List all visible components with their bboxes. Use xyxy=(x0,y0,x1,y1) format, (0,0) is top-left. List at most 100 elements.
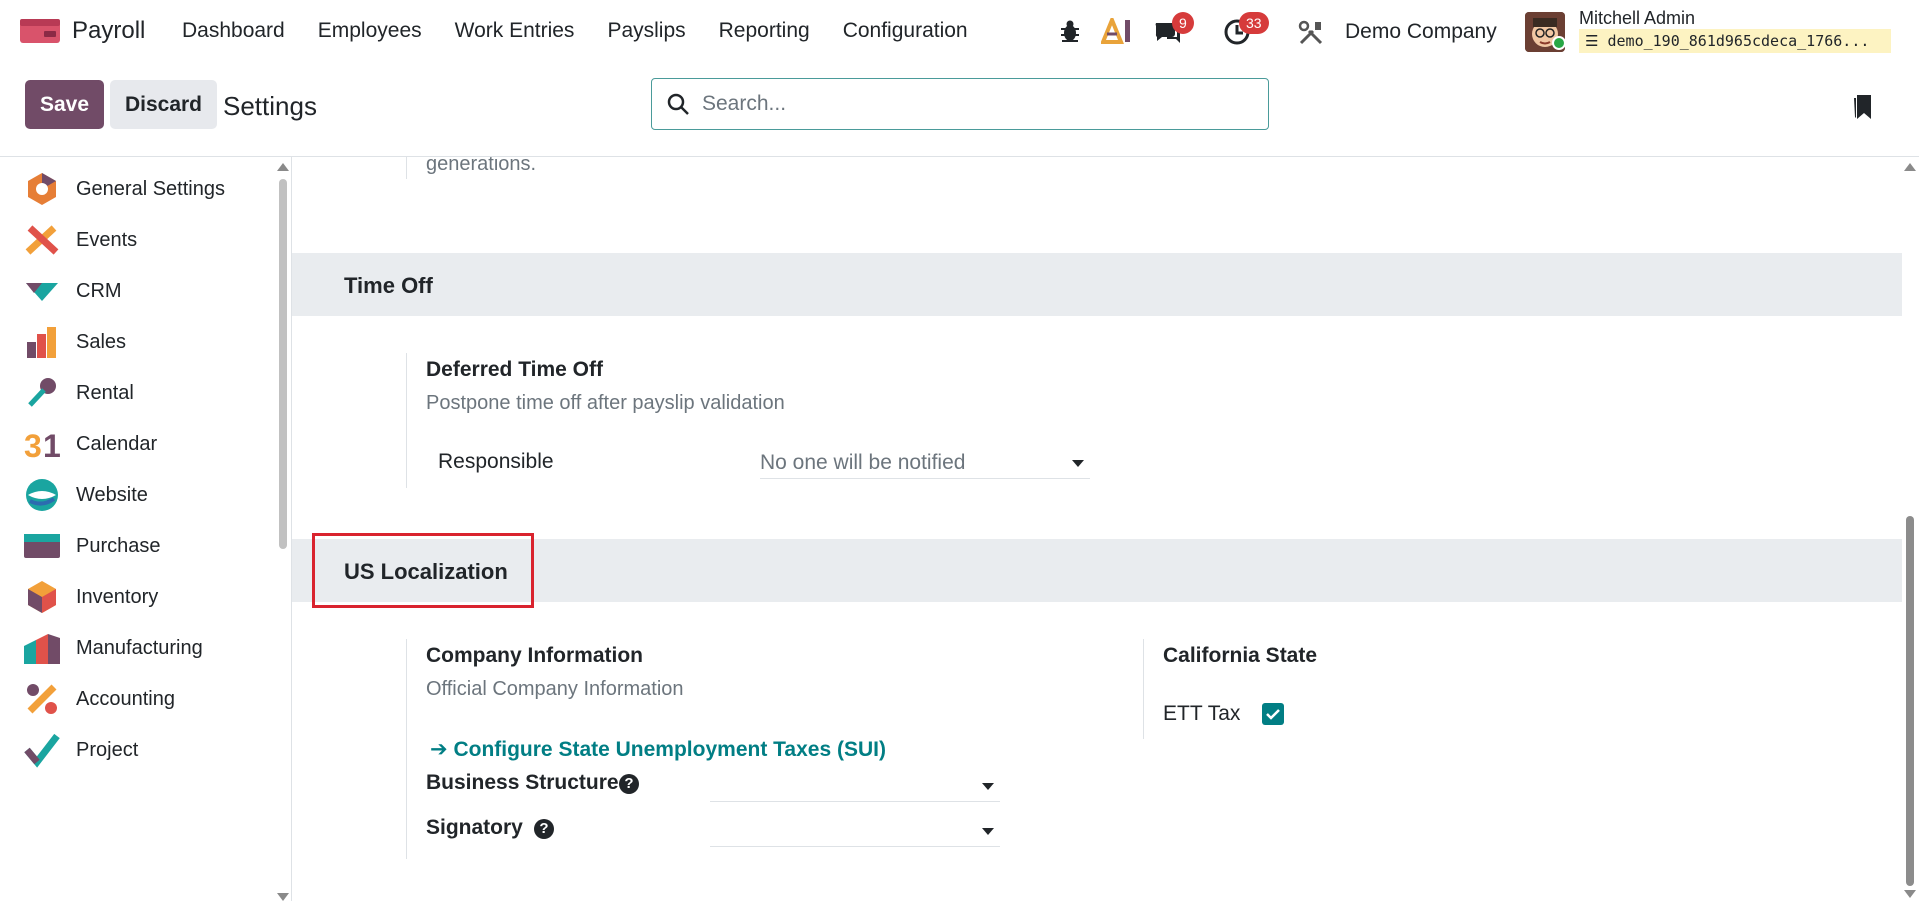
sidebar-item-accounting[interactable]: Accounting xyxy=(0,674,276,724)
accounting-icon xyxy=(27,684,57,714)
events-icon xyxy=(25,225,59,255)
settings-content: generations. Time Off Deferred Time Off … xyxy=(292,157,1902,901)
manufacturing-icon xyxy=(24,634,60,664)
menu-reporting[interactable]: Reporting xyxy=(719,19,810,43)
sidebar-item-label: Sales xyxy=(76,330,127,353)
help-icon[interactable]: ? xyxy=(619,774,639,794)
search-icon xyxy=(667,93,689,115)
deferred-time-off-description: Postpone time off after payslip validati… xyxy=(426,392,785,414)
svg-text:3: 3 xyxy=(24,428,42,462)
menu-employees[interactable]: Employees xyxy=(318,19,422,43)
user-name[interactable]: Mitchell Admin xyxy=(1579,8,1695,29)
setting-divider xyxy=(406,157,407,179)
signatory-select[interactable] xyxy=(710,815,1000,847)
chevron-down-icon xyxy=(1072,460,1084,467)
sidebar-item-label: Rental xyxy=(76,381,134,404)
menu-work-entries[interactable]: Work Entries xyxy=(455,19,575,43)
sidebar-item-calendar[interactable]: 3 1 Calendar xyxy=(0,419,276,469)
purchase-icon xyxy=(24,534,60,558)
business-structure-select[interactable] xyxy=(710,770,1000,802)
sidebar-item-events[interactable]: Events xyxy=(0,215,276,265)
responsible-label: Responsible xyxy=(438,450,554,473)
sidebar-item-label: Manufacturing xyxy=(76,636,203,659)
content-scroll-up-icon[interactable] xyxy=(1904,163,1916,171)
database-label: demo_190_861d965cdeca_1766... xyxy=(1607,32,1870,50)
california-state-title: California State xyxy=(1163,644,1318,667)
app-name[interactable]: Payroll xyxy=(72,17,145,45)
setting-divider xyxy=(406,353,407,488)
sidebar-scroll-down-icon[interactable] xyxy=(277,893,289,901)
sidebar-scroll-up-icon[interactable] xyxy=(277,163,289,171)
sales-icon xyxy=(27,327,56,358)
main-menu: Dashboard Employees Work Entries Payslip… xyxy=(182,19,1001,43)
sidebar-item-label: General Settings xyxy=(76,177,225,200)
rental-icon xyxy=(28,378,56,407)
company-information-description: Official Company Information xyxy=(426,678,684,700)
setting-description-fragment: generations. xyxy=(426,157,537,175)
setting-divider xyxy=(406,639,407,859)
chevron-down-icon xyxy=(982,783,994,790)
save-button[interactable]: Save xyxy=(25,80,104,129)
configure-sui-label: Configure State Unemployment Taxes (SUI) xyxy=(453,738,886,761)
sidebar-item-inventory[interactable]: Inventory xyxy=(0,572,276,622)
control-panel: Save Discard Settings xyxy=(0,65,1919,157)
responsible-value: No one will be notified xyxy=(760,451,966,474)
search-box[interactable] xyxy=(651,78,1269,130)
top-navbar: Payroll Dashboard Employees Work Entries… xyxy=(0,0,1919,65)
content-scroll-down-icon[interactable] xyxy=(1904,890,1916,898)
responsible-select[interactable]: No one will be notified xyxy=(760,447,1090,479)
svg-text:1: 1 xyxy=(43,428,60,462)
ai-icon[interactable] xyxy=(1101,18,1133,44)
section-time-off: Time Off xyxy=(292,253,1902,316)
sidebar-item-label: Events xyxy=(76,228,138,251)
sidebar-item-label: Inventory xyxy=(76,585,159,608)
check-icon xyxy=(1266,709,1280,720)
setting-divider xyxy=(1143,639,1144,739)
bug-icon[interactable] xyxy=(1059,19,1081,43)
help-icon[interactable]: ? xyxy=(534,819,554,839)
sidebar-item-label: Calendar xyxy=(76,432,158,455)
arrow-right-icon: ➔ xyxy=(430,738,448,761)
project-icon xyxy=(24,733,60,768)
discard-button[interactable]: Discard xyxy=(110,80,217,129)
settings-sidebar: General Settings Events CRM Sales Rental xyxy=(0,157,292,901)
sidebar-item-label: Website xyxy=(76,483,148,506)
payroll-app-icon[interactable] xyxy=(20,17,60,45)
messages-badge: 9 xyxy=(1172,12,1194,34)
sidebar-item-website[interactable]: Website xyxy=(0,470,276,520)
tools-icon[interactable] xyxy=(1298,20,1324,46)
sidebar-item-label: Purchase xyxy=(76,534,161,557)
sidebar-item-label: Accounting xyxy=(76,687,175,710)
sidebar-item-sales[interactable]: Sales xyxy=(0,317,276,367)
business-structure-label: Business Structure xyxy=(426,771,619,794)
sidebar-item-manufacturing[interactable]: Manufacturing xyxy=(0,623,276,673)
content-scroll-thumb[interactable] xyxy=(1906,516,1914,886)
sidebar-item-rental[interactable]: Rental xyxy=(0,368,276,418)
company-information-title: Company Information xyxy=(426,644,644,667)
company-switcher[interactable]: Demo Company xyxy=(1345,20,1497,44)
menu-payslips[interactable]: Payslips xyxy=(607,19,685,43)
ett-tax-checkbox[interactable] xyxy=(1262,703,1284,725)
bookmark-icon[interactable] xyxy=(1853,93,1873,121)
breadcrumb: Settings xyxy=(223,91,317,121)
website-icon xyxy=(26,479,58,511)
search-input[interactable] xyxy=(702,87,1252,121)
sidebar-item-crm[interactable]: CRM xyxy=(0,266,276,316)
general-settings-icon xyxy=(28,173,56,205)
calendar-icon: 3 1 xyxy=(24,428,60,462)
database-icon: ☰ xyxy=(1585,32,1599,50)
menu-configuration[interactable]: Configuration xyxy=(843,19,968,43)
chevron-down-icon xyxy=(982,828,994,835)
configure-sui-link[interactable]: ➔ Configure State Unemployment Taxes (SU… xyxy=(430,737,886,762)
ett-tax-label: ETT Tax xyxy=(1163,702,1241,725)
highlight-annotation xyxy=(312,533,534,608)
sidebar-scroll-thumb[interactable] xyxy=(279,179,287,549)
sidebar-item-general-settings[interactable]: General Settings xyxy=(0,164,276,214)
sidebar-item-purchase[interactable]: Purchase xyxy=(0,521,276,571)
inventory-icon xyxy=(28,581,56,613)
database-name: ☰ demo_190_861d965cdeca_1766... xyxy=(1579,29,1891,53)
crm-icon xyxy=(26,283,58,301)
menu-dashboard[interactable]: Dashboard xyxy=(182,19,285,43)
online-status-dot xyxy=(1552,36,1566,50)
sidebar-item-project[interactable]: Project xyxy=(0,725,276,775)
